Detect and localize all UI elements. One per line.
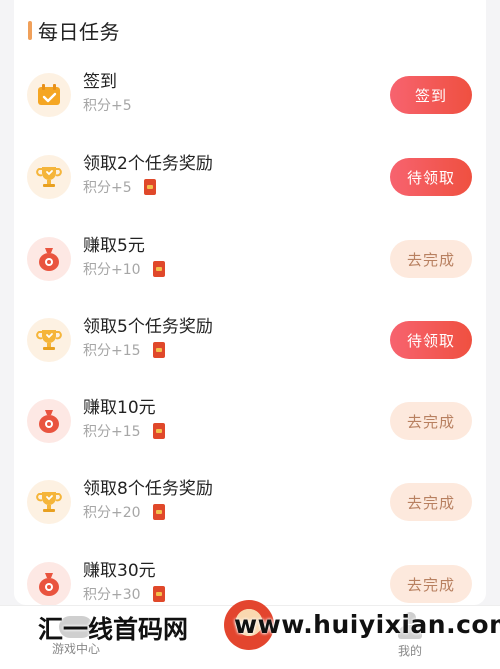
go-complete-button[interactable]: 去完成: [390, 483, 472, 521]
red-packet-icon: [152, 261, 165, 277]
task-row: 赚取30元 积分+30 去完成: [14, 552, 486, 605]
money-bag-icon: [27, 237, 71, 281]
money-bag-icon: [27, 399, 71, 443]
red-packet-icon: [152, 342, 165, 358]
trophy-icon: [27, 318, 71, 362]
watermark-right: www.huiyixian.com: [234, 610, 500, 639]
section-title: 每日任务: [38, 19, 120, 44]
task-name: 签到: [83, 72, 117, 92]
task-points: 积分+30: [83, 584, 165, 604]
points-text: 积分+20: [83, 505, 141, 521]
task-row: 领取5个任务奖励 积分+15 待领取: [14, 308, 486, 389]
task-points: 积分+5: [83, 95, 132, 115]
points-text: 积分+30: [83, 587, 141, 603]
claim-button[interactable]: 待领取: [390, 321, 472, 359]
task-points: 积分+20: [83, 502, 165, 522]
task-points: 积分+15: [83, 340, 165, 360]
calendar-check-icon: [27, 73, 71, 117]
watermark: 汇一线首码网 www.huiyixian.com: [0, 610, 500, 650]
points-text: 积分+15: [83, 424, 141, 440]
section-accent-bar: [28, 20, 32, 40]
task-name: 领取5个任务奖励: [83, 317, 213, 337]
task-row: 签到 积分+5 签到: [14, 63, 486, 144]
go-complete-button[interactable]: 去完成: [390, 402, 472, 440]
watermark-left: 汇一线首码网: [38, 615, 189, 644]
task-row: 领取2个任务奖励 积分+5 待领取: [14, 145, 486, 226]
daily-tasks-card: 每日任务 签到 积分+5 签到 领取2个任务奖励 积分+5 待领取 赚取5元 积…: [14, 0, 486, 605]
task-name: 赚取5元: [83, 236, 145, 256]
go-complete-button[interactable]: 去完成: [390, 565, 472, 603]
task-points: 积分+5: [83, 177, 156, 197]
points-text: 积分+5: [83, 180, 132, 196]
task-points: 积分+15: [83, 421, 165, 441]
task-row: 领取8个任务奖励 积分+20 去完成: [14, 470, 486, 551]
task-name: 领取2个任务奖励: [83, 154, 213, 174]
points-text: 积分+10: [83, 262, 141, 278]
red-packet-icon: [152, 504, 165, 520]
section-header: 每日任务: [28, 16, 120, 44]
points-text: 积分+15: [83, 343, 141, 359]
task-name: 领取8个任务奖励: [83, 479, 213, 499]
task-name: 赚取30元: [83, 561, 156, 581]
trophy-icon: [27, 480, 71, 524]
task-points: 积分+10: [83, 259, 165, 279]
sign-in-button[interactable]: 签到: [390, 76, 472, 114]
go-complete-button[interactable]: 去完成: [390, 240, 472, 278]
points-text: 积分+5: [83, 98, 132, 114]
claim-button[interactable]: 待领取: [390, 158, 472, 196]
task-row: 赚取5元 积分+10 去完成: [14, 227, 486, 308]
red-packet-icon: [143, 179, 156, 195]
red-packet-icon: [152, 586, 165, 602]
task-row: 赚取10元 积分+15 去完成: [14, 389, 486, 470]
red-packet-icon: [152, 423, 165, 439]
money-bag-icon: [27, 562, 71, 605]
task-name: 赚取10元: [83, 398, 156, 418]
trophy-icon: [27, 155, 71, 199]
